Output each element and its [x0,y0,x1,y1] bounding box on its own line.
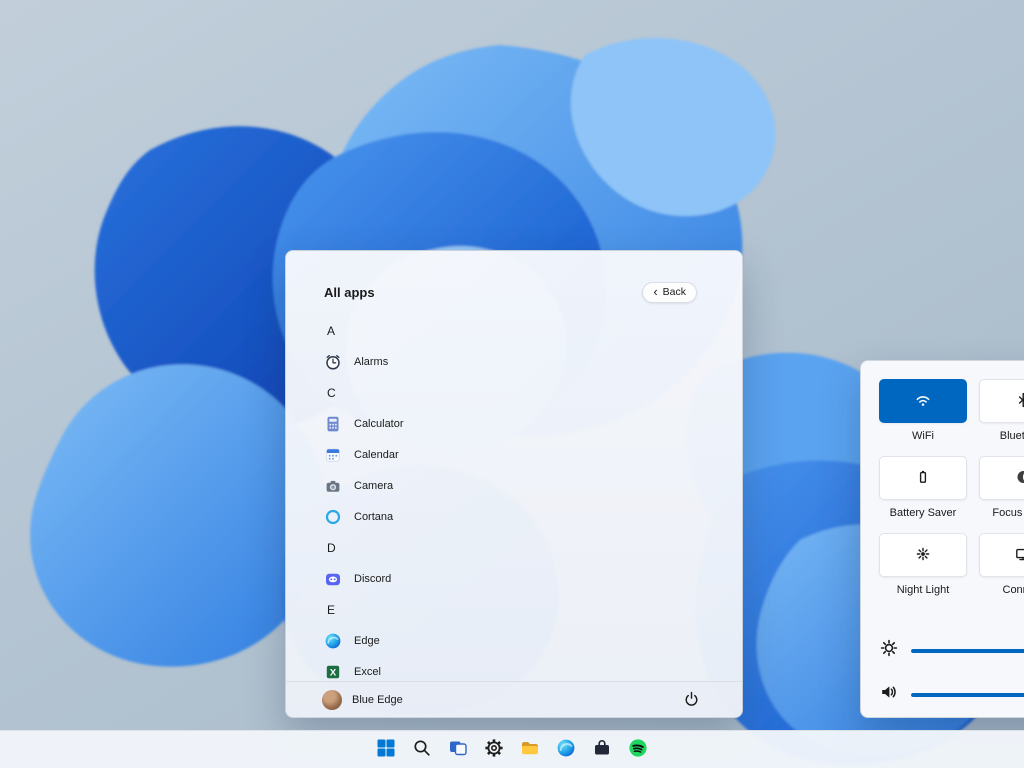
discord-icon [324,570,342,588]
brightness-row [879,638,1024,663]
app-label: Excel [354,666,381,678]
windows-start-icon [376,738,396,761]
quick-setting-bluetooth: Bluetooth [979,379,1024,443]
taskbar-file-explorer-button[interactable] [513,735,547,765]
quick-settings-panel: WiFi Bluetooth [860,360,1024,718]
user-profile[interactable]: Blue Edge [322,690,403,710]
folder-icon [520,738,540,761]
battery-saver-icon [914,468,932,489]
quick-setting-night-light: Night Light [879,533,967,597]
connect-label: Connect [1003,584,1024,597]
quick-setting-connect: Connect [979,533,1024,597]
section-letter-c[interactable]: C [324,377,742,408]
battery-saver-label: Battery Saver [890,507,957,520]
all-apps-title: All apps [324,285,375,300]
app-label: Cortana [354,511,393,523]
connect-toggle[interactable] [979,533,1024,577]
focus-assist-toggle[interactable] [979,456,1024,500]
bluetooth-icon [1014,391,1024,412]
taskbar-settings-button[interactable] [477,735,511,765]
battery-saver-toggle[interactable] [879,456,967,500]
night-light-label: Night Light [897,584,950,597]
focus-assist-icon [1014,468,1024,489]
alarms-icon [324,353,342,371]
app-label: Edge [354,635,380,647]
taskbar-edge-button[interactable] [549,735,583,765]
user-name: Blue Edge [352,694,403,706]
start-menu-header: All apps ‹ Back [286,251,742,309]
taskbar-search-button[interactable] [405,735,439,765]
section-letter-a[interactable]: A [324,315,742,346]
section-letter-label: D [327,541,336,555]
excel-icon: X [324,663,342,681]
gear-icon [484,738,504,761]
night-light-toggle[interactable] [879,533,967,577]
volume-slider[interactable] [911,693,1024,697]
app-label: Calendar [354,449,399,461]
brightness-icon [879,638,899,663]
volume-slider-fill [911,693,1024,697]
app-item-camera[interactable]: Camera [324,470,742,501]
night-light-icon [914,545,932,566]
section-letter-e[interactable]: E [324,594,742,625]
brightness-slider[interactable] [911,649,1024,653]
edge-icon [556,738,576,761]
app-item-edge[interactable]: Edge [324,625,742,656]
taskbar-store-button[interactable] [585,735,619,765]
app-item-calculator[interactable]: Calculator [324,408,742,439]
taskbar-spotify-button[interactable] [621,735,655,765]
app-item-alarms[interactable]: Alarms [324,346,742,377]
all-apps-list: A Alarms C [286,309,742,681]
focus-assist-label: Focus assist [992,507,1024,520]
quick-setting-battery-saver: Battery Saver [879,456,967,520]
taskbar [0,730,1024,768]
section-letter-label: E [327,603,335,617]
app-label: Camera [354,480,393,492]
power-button[interactable] [683,690,700,710]
edge-icon [324,632,342,650]
app-item-excel[interactable]: X Excel [324,656,742,681]
volume-row [879,682,1024,707]
wifi-label: WiFi [912,430,934,443]
app-label: Alarms [354,356,388,368]
camera-icon [324,477,342,495]
desktop: All apps ‹ Back A Alarms [0,0,1024,768]
section-letter-d[interactable]: D [324,532,742,563]
section-letter-label: A [327,324,335,338]
power-icon [683,690,700,710]
calendar-icon [324,446,342,464]
wifi-icon [914,391,932,412]
cortana-icon [324,508,342,526]
brightness-slider-fill [911,649,1024,653]
bluetooth-label: Bluetooth [1000,430,1024,443]
back-button[interactable]: ‹ Back [642,282,697,303]
app-label: Discord [354,573,391,585]
task-view-icon [448,738,468,761]
back-label: Back [663,286,686,298]
avatar [322,690,342,710]
app-label: Calculator [354,418,404,430]
start-menu-footer: Blue Edge [286,681,742,717]
start-menu-all-apps: All apps ‹ Back A Alarms [285,250,743,718]
calculator-icon [324,415,342,433]
quick-settings-grid: WiFi Bluetooth [879,379,1024,597]
store-bag-icon [592,738,612,761]
quick-setting-wifi: WiFi [879,379,967,443]
connect-icon [1014,545,1024,566]
volume-icon [879,682,899,707]
taskbar-task-view-button[interactable] [441,735,475,765]
svg-text:X: X [330,667,337,678]
app-item-calendar[interactable]: Calendar [324,439,742,470]
search-icon [412,738,432,761]
app-item-discord[interactable]: Discord [324,563,742,594]
taskbar-start-button[interactable] [369,735,403,765]
wifi-toggle[interactable] [879,379,967,423]
section-letter-label: C [327,386,336,400]
bluetooth-toggle[interactable] [979,379,1024,423]
quick-setting-focus-assist: Focus assist [979,456,1024,520]
app-item-cortana[interactable]: Cortana [324,501,742,532]
spotify-icon [628,738,648,761]
chevron-left-icon: ‹ [653,285,657,298]
